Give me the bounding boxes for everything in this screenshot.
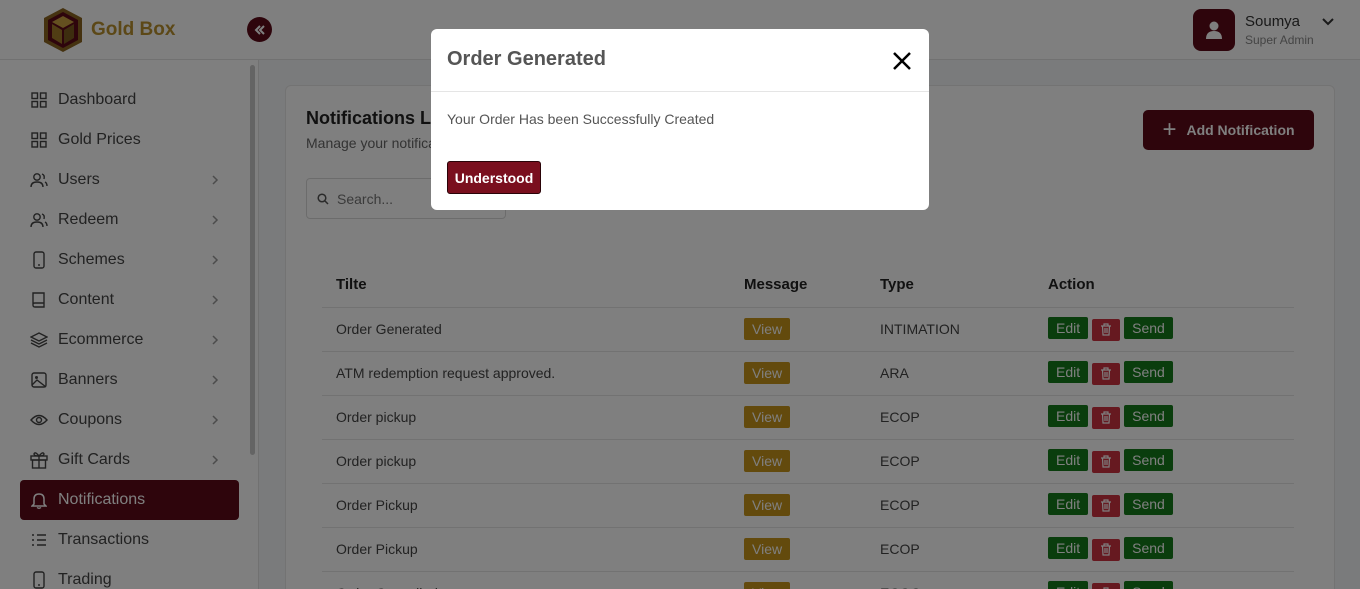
modal-message: Your Order Has been Successfully Created [447, 111, 715, 127]
modal-title: Order Generated [447, 48, 606, 70]
modal-header: Order Generated [431, 29, 929, 92]
close-icon[interactable] [891, 50, 913, 72]
understood-button[interactable]: Understood [447, 161, 541, 194]
order-generated-modal: Order Generated Your Order Has been Succ… [431, 29, 929, 210]
